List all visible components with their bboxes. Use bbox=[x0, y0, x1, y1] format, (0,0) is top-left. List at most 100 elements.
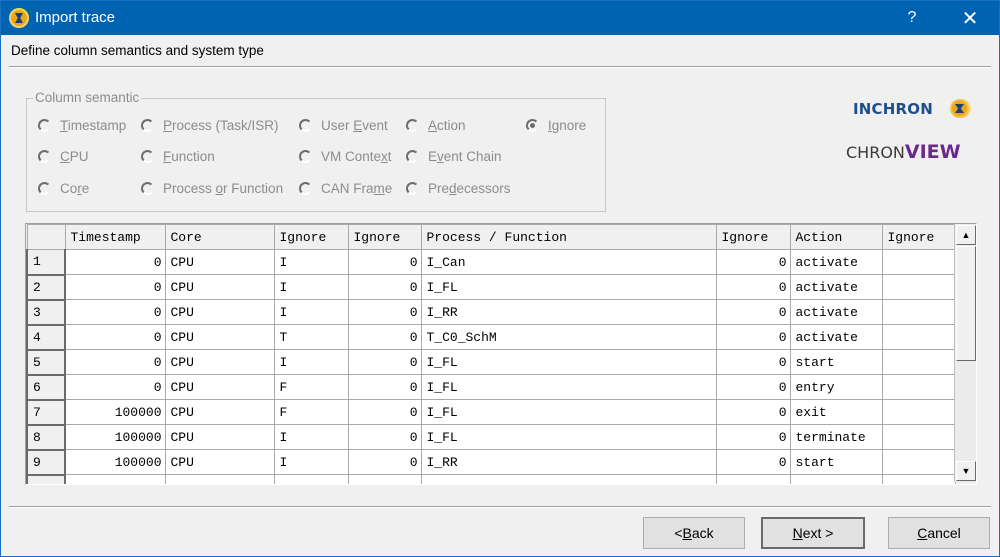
table-cell[interactable]: 0 bbox=[715, 299, 791, 325]
table-cell[interactable]: 0 bbox=[715, 274, 791, 300]
table-cell[interactable] bbox=[881, 274, 956, 300]
table-cell[interactable]: CPU bbox=[164, 399, 275, 425]
next-button[interactable]: Next > bbox=[761, 517, 865, 549]
table-cell[interactable]: I_FL bbox=[420, 374, 717, 400]
table-cell[interactable]: I bbox=[273, 424, 349, 450]
table-cell[interactable]: entry bbox=[789, 374, 883, 400]
trace-preview-grid[interactable]: Timestamp Core Ignore Ignore Process / Funct… bbox=[25, 223, 977, 485]
table-cell[interactable] bbox=[881, 424, 956, 450]
table-cell[interactable]: F bbox=[273, 399, 349, 425]
column-header[interactable]: Ignore bbox=[347, 224, 422, 250]
table-cell[interactable]: I bbox=[273, 249, 349, 275]
radio-ignore[interactable]: Ignore bbox=[526, 118, 586, 133]
row-header[interactable]: 2 bbox=[26, 274, 66, 301]
table-cell[interactable]: I_RR bbox=[420, 299, 717, 325]
table-cell[interactable]: 0 bbox=[347, 399, 422, 425]
table-cell[interactable] bbox=[881, 399, 956, 425]
radio-timestamp[interactable]: Timestamp bbox=[38, 118, 126, 133]
table-row[interactable]: 3 0 CPU I 0 I_RR 0 activate bbox=[26, 299, 956, 326]
column-header[interactable]: Ignore bbox=[881, 224, 956, 250]
table-cell[interactable]: CPU bbox=[164, 449, 275, 475]
table-cell[interactable]: activate bbox=[789, 274, 883, 300]
table-cell[interactable] bbox=[881, 374, 956, 400]
table-cell[interactable]: I_FL bbox=[420, 399, 717, 425]
table-cell[interactable]: 0 bbox=[715, 374, 791, 400]
table-cell[interactable] bbox=[881, 324, 956, 350]
table-cell[interactable] bbox=[789, 474, 883, 484]
table-row[interactable]: 9 100000 CPU I 0 I_RR 0 start bbox=[26, 449, 956, 476]
table-cell[interactable]: 0 bbox=[715, 449, 791, 475]
help-button[interactable]: ? bbox=[889, 1, 935, 35]
back-button[interactable]: < Back bbox=[643, 517, 745, 549]
table-row[interactable]: 8 100000 CPU I 0 I_FL 0 terminate bbox=[26, 424, 956, 451]
row-header[interactable]: 3 bbox=[26, 299, 66, 326]
table-cell[interactable]: 0 bbox=[64, 324, 166, 350]
table-cell[interactable]: 0 bbox=[347, 324, 422, 350]
table-cell[interactable]: 0 bbox=[347, 274, 422, 300]
table-cell[interactable]: 100000 bbox=[64, 424, 166, 450]
table-cell[interactable]: 0 bbox=[715, 249, 791, 275]
table-cell[interactable]: I_Can bbox=[420, 249, 717, 275]
table-cell[interactable]: I_FL bbox=[420, 424, 717, 450]
table-cell[interactable] bbox=[420, 474, 717, 484]
table-cell[interactable]: CPU bbox=[164, 249, 275, 275]
table-cell[interactable]: start bbox=[789, 349, 883, 375]
radio-can-frame[interactable]: CAN Frame bbox=[299, 181, 392, 196]
radio-action[interactable]: Action bbox=[406, 118, 466, 133]
table-cell[interactable]: 0 bbox=[347, 349, 422, 375]
close-button[interactable]: ✕ bbox=[947, 1, 993, 35]
table-cell[interactable]: 0 bbox=[64, 299, 166, 325]
table-cell[interactable]: CPU bbox=[164, 374, 275, 400]
table-row[interactable]: 7 100000 CPU F 0 I_FL 0 exit bbox=[26, 399, 956, 426]
column-header[interactable]: Core bbox=[164, 224, 275, 250]
table-cell[interactable]: 0 bbox=[715, 424, 791, 450]
table-cell[interactable] bbox=[881, 474, 956, 484]
table-cell[interactable]: activate bbox=[789, 299, 883, 325]
table-cell[interactable]: 100000 bbox=[64, 449, 166, 475]
table-cell[interactable]: 0 bbox=[347, 249, 422, 275]
table-cell[interactable]: 0 bbox=[64, 374, 166, 400]
radio-cpu[interactable]: CPU bbox=[38, 149, 89, 164]
table-cell[interactable]: I bbox=[273, 449, 349, 475]
table-cell[interactable]: I_FL bbox=[420, 349, 717, 375]
column-header[interactable]: Process / Function bbox=[420, 224, 717, 250]
radio-predecessors[interactable]: Predecessors bbox=[406, 181, 511, 196]
row-header[interactable]: 4 bbox=[26, 324, 66, 351]
table-cell[interactable]: 0 bbox=[347, 449, 422, 475]
row-header[interactable]: 6 bbox=[26, 374, 66, 401]
table-cell[interactable]: I_RR bbox=[420, 449, 717, 475]
table-cell[interactable]: CPU bbox=[164, 324, 275, 350]
table-cell[interactable]: 0 bbox=[715, 324, 791, 350]
radio-core[interactable]: Core bbox=[38, 181, 89, 196]
table-cell[interactable]: I bbox=[273, 349, 349, 375]
table-cell[interactable] bbox=[881, 449, 956, 475]
table-cell[interactable]: T_C0_SchM bbox=[420, 324, 717, 350]
table-cell[interactable] bbox=[881, 249, 956, 275]
table-cell[interactable]: I_FL bbox=[420, 274, 717, 300]
column-header[interactable]: Timestamp bbox=[64, 224, 166, 250]
table-row[interactable]: 2 0 CPU I 0 I_FL 0 activate bbox=[26, 274, 956, 301]
radio-function[interactable]: Function bbox=[141, 149, 215, 164]
table-row[interactable]: 5 0 CPU I 0 I_FL 0 start bbox=[26, 349, 956, 376]
table-cell[interactable]: activate bbox=[789, 249, 883, 275]
column-header[interactable]: Ignore bbox=[715, 224, 791, 250]
row-header[interactable]: 7 bbox=[26, 399, 66, 426]
table-cell[interactable] bbox=[715, 474, 791, 484]
table-cell[interactable]: T bbox=[273, 324, 349, 350]
scrollbar-thumb[interactable] bbox=[956, 246, 976, 361]
table-cell[interactable]: exit bbox=[789, 399, 883, 425]
table-row[interactable]: 6 0 CPU F 0 I_FL 0 entry bbox=[26, 374, 956, 401]
table-cell[interactable]: activate bbox=[789, 324, 883, 350]
table-cell[interactable]: I bbox=[273, 274, 349, 300]
radio-event-chain[interactable]: Event Chain bbox=[406, 149, 502, 164]
table-cell[interactable]: CPU bbox=[164, 274, 275, 300]
row-header[interactable]: 1 bbox=[26, 249, 66, 276]
table-cell[interactable] bbox=[164, 474, 275, 484]
row-header[interactable]: 5 bbox=[26, 349, 66, 376]
radio-process-or-function[interactable]: Process or Function bbox=[141, 181, 283, 196]
table-row[interactable]: 1 0 CPU I 0 I_Can 0 activate bbox=[26, 249, 956, 276]
table-cell[interactable]: CPU bbox=[164, 424, 275, 450]
vertical-scrollbar[interactable]: ▲ ▼ bbox=[954, 224, 976, 482]
table-row[interactable]: 4 0 CPU T 0 T_C0_SchM 0 activate bbox=[26, 324, 956, 351]
table-cell[interactable]: 0 bbox=[715, 349, 791, 375]
